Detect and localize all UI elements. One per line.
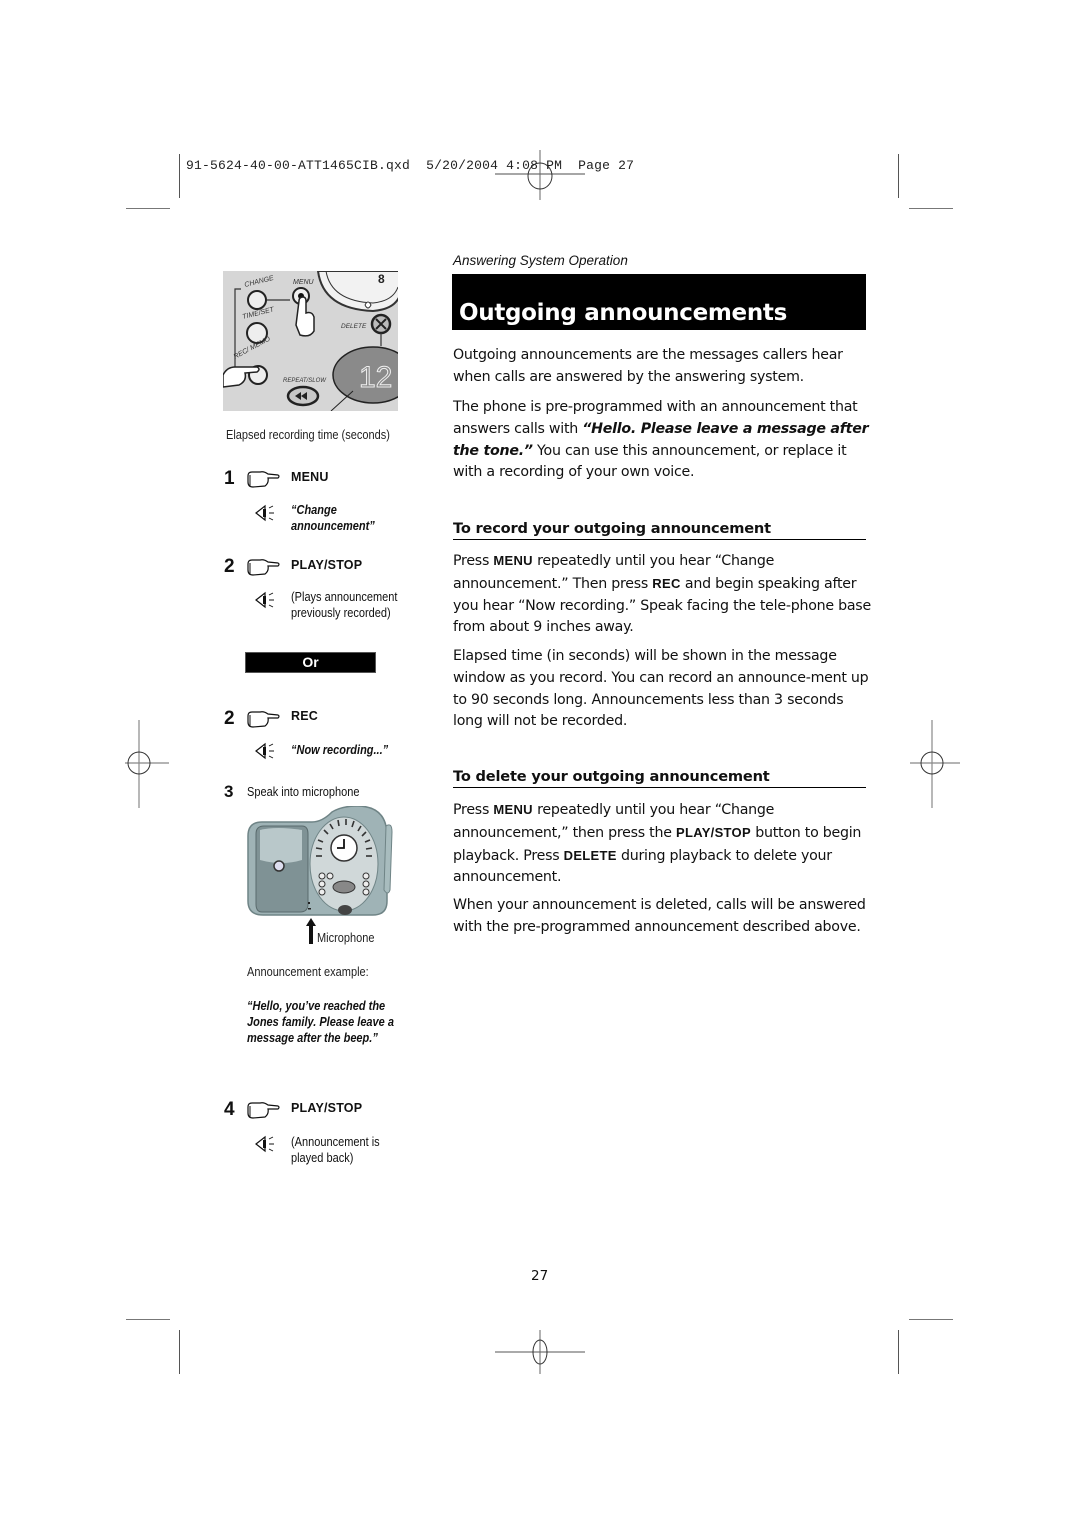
section-label: Answering System Operation [453,253,628,268]
svg-text:REPEAT/SLOW: REPEAT/SLOW [283,378,327,384]
svg-text:MENU: MENU [293,279,315,286]
control-panel-drawing: 8 CHANGE MENU TIME/SET DELETE REC/ MEMO … [223,271,398,411]
phone-base-illustration [244,805,396,920]
elapsed-time-paragraph: Elapsed time (in seconds) will be shown … [453,648,869,730]
step-2-response: (Plays announcement previously recorded) [291,590,398,620]
delete-text-1: Press [453,802,494,818]
registration-mark-bottom [495,1330,585,1374]
rec-key-label: REC [652,575,681,591]
step-3-text: Speak into microphone [247,785,360,799]
record-text-1: Press [453,553,494,569]
press-hand-icon [247,1102,280,1119]
svg-text:8: 8 [378,272,385,286]
announcement-example-text: “Hello, you’ve reached the Jones family.… [247,999,394,1045]
slug-date: 5/20/2004 [426,158,499,173]
speaker-icon [255,504,274,522]
step-4-key: PLAY/STOP [291,1101,363,1115]
or-divider: Or [245,652,376,673]
step-1-response: “Change announcement” [291,503,375,533]
registration-mark-right [910,720,960,808]
control-panel-illustration: 8 CHANGE MENU TIME/SET DELETE REC/ MEMO … [223,271,398,411]
display-readout: 12 [359,361,392,394]
microphone-callout: Microphone [317,931,375,945]
speaker-icon [255,742,274,760]
microphone-arrow-icon [306,918,316,944]
record-paragraph: Press MENU repeatedly until you hear “Ch… [453,550,873,639]
title-bar: Outgoing announcements [452,274,866,330]
press-hand-icon [247,559,280,576]
step-1-key: MENU [291,470,329,484]
slug-time: 4:08 PM [506,158,563,173]
press-hand-icon [247,471,280,488]
svg-text:DELETE: DELETE [341,323,367,330]
step-2-key: PLAY/STOP [291,558,363,572]
announcement-example-label: Announcement example: [247,965,369,979]
phone-base-drawing [247,805,393,916]
delete-paragraph: Press MENU repeatedly until you hear “Ch… [453,799,873,889]
page-number: 27 [531,1268,549,1284]
slug-page: Page 27 [578,158,635,173]
crop-mark-bottom-left-v [179,1330,180,1374]
step-3-number: 3 [224,782,234,801]
crop-mark-bottom-left-h [126,1319,170,1320]
intro-paragraph: Outgoing announcements are the messages … [453,347,843,385]
crop-mark-top-left-h [126,208,170,209]
play-stop-key-label: PLAY/STOP [675,824,751,840]
print-slug: 91-5624-40-00-ATT1465CIB.qxd 5/20/2004 4… [186,158,634,173]
delete-key-label: DELETE [563,847,617,863]
step-4-response: (Announcement is played back) [291,1135,380,1165]
press-hand-icon [247,711,280,728]
record-heading: To record your outgoing announcement [453,520,866,540]
page-title: Outgoing announcements [459,300,787,326]
crop-mark-top-right-h [909,208,953,209]
step-2-alt-number: 2 [224,708,235,729]
menu-key-label: MENU [493,553,533,568]
preprogrammed-paragraph: The phone is pre-programmed with an anno… [453,397,873,484]
elapsed-time-caption: Elapsed recording time (seconds) [226,428,390,442]
step-4-number: 4 [224,1099,235,1120]
registration-mark-left [125,720,169,808]
crop-mark-bottom-right-h [909,1319,953,1320]
step-2-alt-response: “Now recording...” [291,743,389,757]
step-2-alt-key: REC [291,709,318,723]
slug-file: 91-5624-40-00-ATT1465CIB.qxd [186,158,411,173]
deleted-paragraph: When your announcement is deleted, calls… [453,897,866,935]
menu-key-label: MENU [493,802,533,817]
speaker-icon [255,591,274,609]
step-1-number: 1 [224,468,235,489]
step-2-number: 2 [224,556,235,577]
delete-heading: To delete your outgoing announcement [453,768,866,788]
crop-mark-bottom-right-v [898,1330,899,1374]
crop-mark-top-left-v [179,154,180,198]
speaker-icon [255,1135,274,1153]
crop-mark-top-right-v [898,154,899,198]
